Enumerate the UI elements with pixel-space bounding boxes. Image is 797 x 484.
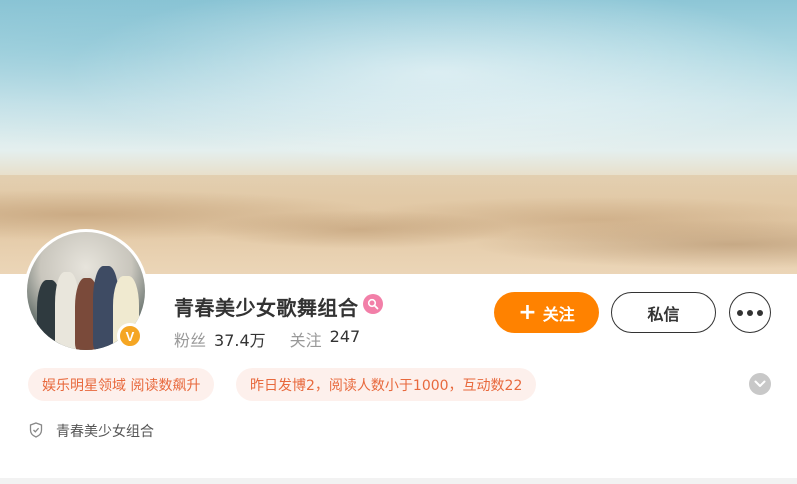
- cover-banner: [0, 0, 797, 274]
- tag-text: 娱乐明星领域 阅读数飙升: [42, 377, 201, 394]
- profile-card: V 青春美少女歌舞组合 粉丝 37.4万 关注 247 + 关注 私信 娱乐明星…: [0, 0, 797, 484]
- tag-yesterday-stats[interactable]: 昨日发博2，阅读人数小于1000，互动数22: [236, 368, 537, 401]
- tag-text: 昨日发博2，阅读人数小于1000，互动数22: [250, 377, 523, 394]
- more-button[interactable]: [729, 292, 771, 333]
- search-badge-icon[interactable]: [363, 294, 383, 314]
- verified-badge-icon: V: [117, 323, 143, 349]
- plus-icon: +: [518, 299, 537, 325]
- magnifier-icon: [367, 298, 379, 310]
- followers-label: 粉丝: [174, 331, 207, 350]
- followers-stat[interactable]: 粉丝 37.4万: [174, 327, 266, 351]
- profile-name: 青春美少女歌舞组合: [174, 296, 359, 320]
- follow-button[interactable]: + 关注: [494, 292, 599, 333]
- divider: [0, 478, 797, 484]
- tag-field-trend[interactable]: 娱乐明星领域 阅读数飙升: [28, 368, 215, 401]
- following-stat[interactable]: 关注 247: [290, 327, 361, 351]
- message-button[interactable]: 私信: [611, 292, 716, 333]
- profile-stats: 粉丝 37.4万 关注 247: [174, 327, 384, 351]
- expand-chevron-icon[interactable]: [749, 373, 771, 395]
- followers-count: 37.4万: [214, 331, 266, 350]
- more-dots-icon: [737, 309, 763, 316]
- following-count: 247: [329, 327, 361, 346]
- chevron-down-icon: [754, 380, 766, 387]
- banner-sky: [0, 0, 797, 180]
- shield-icon: [29, 422, 43, 438]
- verified-mark: V: [125, 328, 135, 344]
- message-label: 私信: [647, 304, 680, 324]
- follow-label: 关注: [542, 304, 575, 324]
- following-label: 关注: [289, 331, 322, 350]
- profile-description: 青春美少女组合: [56, 424, 154, 440]
